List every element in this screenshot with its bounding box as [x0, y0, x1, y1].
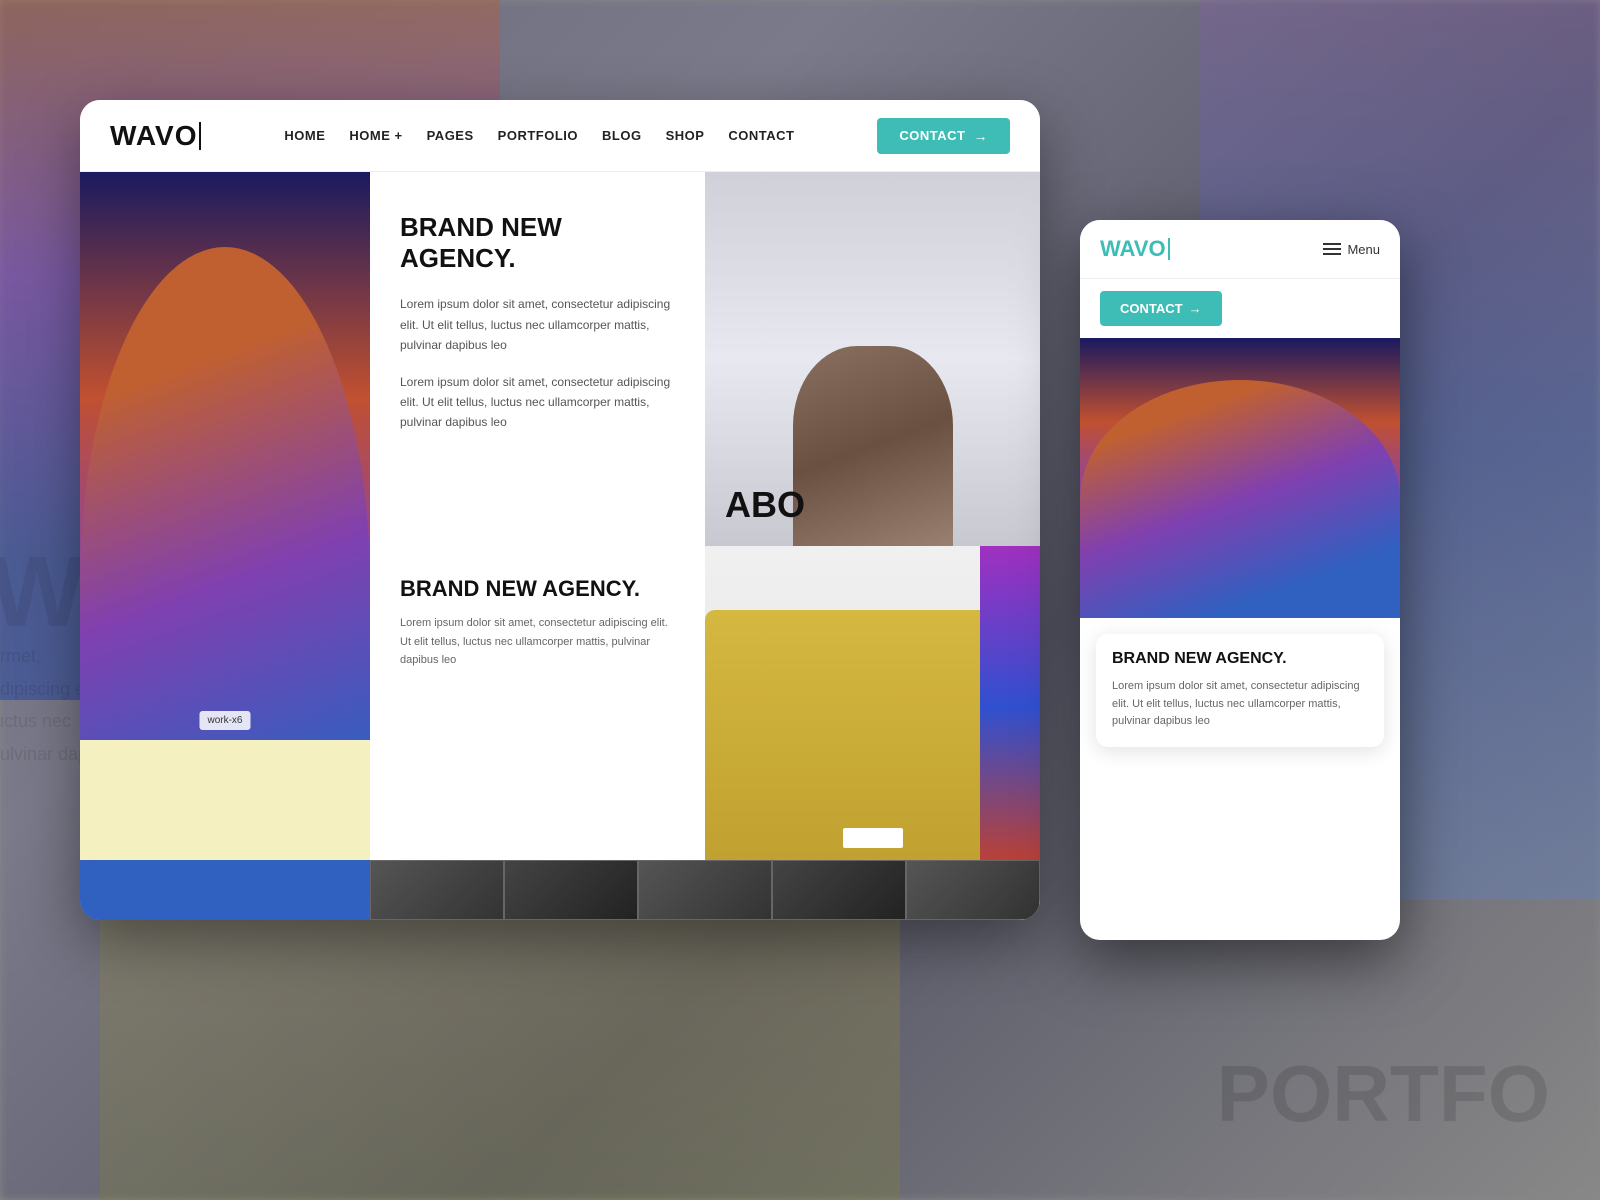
about-label: ABO — [725, 484, 805, 526]
nav-link-pages[interactable]: PAGES — [427, 128, 474, 143]
hero-paragraph-1: Lorem ipsum dolor sit amet, consectetur … — [400, 294, 675, 355]
mobile-menu-button[interactable]: Menu — [1323, 242, 1380, 257]
mobile-navbar: WAVO Menu — [1080, 220, 1400, 279]
mobile-contact-button[interactable]: CONTACT → — [1100, 291, 1222, 326]
desktop-logo[interactable]: WAVO — [110, 120, 201, 152]
work-badge: work-x6 — [199, 711, 250, 730]
nav-link-contact[interactable]: CONTACT — [728, 128, 794, 143]
mobile-logo[interactable]: WAVO — [1100, 236, 1170, 262]
desktop-main-content: work-x6 BRAND NEW AGENCY. Lorem ipsum do… — [80, 172, 1040, 920]
coffee-table — [843, 828, 903, 848]
desktop-mockup: WAVO HOME HOME + PAGES PORTFOLIO BLOG SH… — [80, 100, 1040, 920]
logo-cursor — [199, 122, 201, 150]
mobile-content-card: BRAND NEW AGENCY. Lorem ipsum dolor sit … — [1096, 634, 1384, 747]
hero-title: BRAND NEW AGENCY. — [400, 212, 675, 274]
desktop-right-content: BRAND NEW AGENCY. Lorem ipsum dolor sit … — [370, 172, 1040, 920]
ram-image-panel: ABO — [705, 172, 1040, 546]
hamburger-icon — [1323, 243, 1341, 255]
hero-paragraph-2: Lorem ipsum dolor sit amet, consectetur … — [400, 372, 675, 433]
nav-link-shop[interactable]: SHOP — [666, 128, 705, 143]
thumbnail-1 — [370, 860, 504, 920]
hero-text-panel: BRAND NEW AGENCY. Lorem ipsum dolor sit … — [370, 172, 705, 546]
nav-links: HOME HOME + PAGES PORTFOLIO BLOG SHOP CO… — [284, 128, 794, 143]
bottom-body: Lorem ipsum dolor sit amet, consectetur … — [400, 614, 675, 670]
thumbnail-strip — [370, 860, 1040, 920]
mobile-hoodie-figure — [1080, 380, 1400, 618]
mobile-hero-image — [1080, 338, 1400, 618]
thumbnail-5 — [906, 860, 1040, 920]
nav-link-portfolio[interactable]: PORTFOLIO — [498, 128, 578, 143]
mobile-card-title: BRAND NEW AGENCY. — [1112, 650, 1368, 668]
bg-portfolio-text: PORTFO — [1217, 1048, 1550, 1140]
nav-link-home[interactable]: HOME — [284, 128, 325, 143]
bottom-title: BRAND NEW AGENCY. — [400, 576, 675, 602]
thumbnail-3 — [638, 860, 772, 920]
ram-figure — [793, 346, 953, 546]
ram-background: ABO — [705, 172, 1040, 546]
desktop-navbar: WAVO HOME HOME + PAGES PORTFOLIO BLOG SH… — [80, 100, 1040, 172]
sofa-image — [705, 546, 1040, 868]
mobile-contact-arrow-icon: → — [1189, 301, 1202, 316]
thumbnail-2 — [504, 860, 638, 920]
yellow-accent-panel — [80, 740, 370, 860]
nav-contact-button[interactable]: CONTACT → — [877, 118, 1010, 154]
nav-link-home-plus[interactable]: HOME + — [349, 128, 402, 143]
blue-accent-overlay — [980, 546, 1040, 868]
desktop-hero-image: work-x6 — [80, 172, 370, 920]
mobile-mockup: WAVO Menu CONTACT → BRAND NEW AGENCY. Lo… — [1080, 220, 1400, 940]
mobile-card-body: Lorem ipsum dolor sit amet, consectetur … — [1112, 678, 1368, 731]
thumbnail-4 — [772, 860, 906, 920]
contact-arrow-icon: → — [973, 128, 988, 144]
nav-link-blog[interactable]: BLOG — [602, 128, 642, 143]
mobile-logo-cursor — [1168, 238, 1170, 260]
